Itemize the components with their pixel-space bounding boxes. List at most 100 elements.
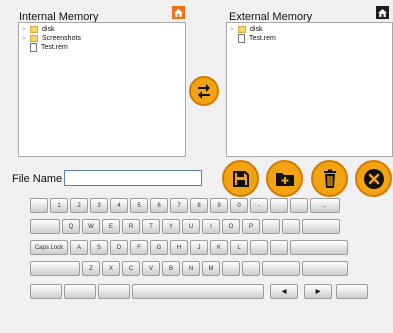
tree-item-screenshots[interactable]: > Screenshots	[22, 34, 185, 43]
close-button[interactable]	[355, 160, 392, 197]
key-0[interactable]: 0	[230, 198, 248, 213]
key-label: R	[128, 223, 134, 230]
file-name-input[interactable]	[64, 170, 202, 186]
key-o[interactable]: O	[222, 219, 240, 234]
key-3[interactable]: 3	[90, 198, 108, 213]
key-w[interactable]: W	[82, 219, 100, 234]
key-s[interactable]: S	[90, 240, 108, 255]
tree-item-label: disk	[42, 26, 55, 33]
trash-icon	[323, 169, 336, 188]
key-blank[interactable]	[242, 261, 260, 276]
file-name-label: File Name :	[12, 173, 69, 185]
key-label: 2	[77, 202, 81, 209]
key-n[interactable]: N	[182, 261, 200, 276]
key-7[interactable]: 7	[170, 198, 188, 213]
key-p[interactable]: P	[242, 219, 260, 234]
key-label: W	[88, 223, 94, 230]
left-arrow-key[interactable]: ◀	[270, 284, 298, 299]
floppy-disk-icon	[232, 170, 249, 187]
external-file-tree[interactable]: > disk Test.rem	[226, 22, 393, 157]
key-x[interactable]: X	[102, 261, 120, 276]
key-blank[interactable]	[262, 219, 280, 234]
internal-home-button[interactable]	[172, 6, 185, 19]
right-arrow-key[interactable]: ▶	[304, 284, 332, 299]
key-i[interactable]: I	[202, 219, 220, 234]
key-v[interactable]: V	[142, 261, 160, 276]
key-blank[interactable]	[302, 219, 340, 234]
save-button[interactable]	[222, 160, 259, 197]
key-blank[interactable]	[30, 198, 48, 213]
folder-icon	[30, 35, 38, 42]
key-blank[interactable]	[270, 198, 288, 213]
key-blank[interactable]	[64, 284, 96, 299]
key-f[interactable]: F	[130, 240, 148, 255]
key-label: C	[128, 265, 134, 272]
key-t[interactable]: T	[142, 219, 160, 234]
key-blank[interactable]	[290, 240, 348, 255]
new-folder-button[interactable]	[266, 160, 303, 197]
key-blank[interactable]	[262, 261, 300, 276]
space-key[interactable]	[132, 284, 264, 299]
tree-item-test-rem[interactable]: Test.rem	[230, 34, 392, 43]
key-4[interactable]: 4	[110, 198, 128, 213]
key-d[interactable]: D	[110, 240, 128, 255]
key-l[interactable]: L	[230, 240, 248, 255]
key-blank[interactable]	[270, 240, 288, 255]
caps-lock-key[interactable]: Caps Lock	[30, 240, 68, 255]
key-h[interactable]: H	[170, 240, 188, 255]
delete-button[interactable]	[311, 160, 348, 197]
key-1[interactable]: 1	[50, 198, 68, 213]
transfer-button[interactable]	[189, 76, 219, 106]
key-m[interactable]: M	[202, 261, 220, 276]
key-blank[interactable]	[98, 284, 130, 299]
folder-icon	[238, 26, 246, 33]
key-blank[interactable]	[30, 219, 60, 234]
key-blank[interactable]	[30, 284, 62, 299]
tree-item-test-rem[interactable]: Test.rem	[22, 43, 185, 52]
tree-item-label: Screenshots	[42, 35, 81, 42]
home-icon	[378, 8, 387, 17]
key-blank[interactable]	[222, 261, 240, 276]
key-blank[interactable]	[282, 219, 300, 234]
key-label: -	[258, 202, 260, 209]
key-label: M	[208, 265, 214, 272]
key-2[interactable]: 2	[70, 198, 88, 213]
key-g[interactable]: G	[150, 240, 168, 255]
key-e[interactable]: E	[102, 219, 120, 234]
key--[interactable]: _ -	[250, 198, 268, 213]
key-label: Caps Lock	[34, 244, 64, 251]
key-label: H	[176, 244, 182, 251]
key-j[interactable]: J	[190, 240, 208, 255]
on-screen-keyboard: 1 2 3 4 5 6 7 8 9 0 _ - ← Q W E R T Y U I O P Caps Lock A S D F G H J K…	[30, 198, 370, 310]
chevron-right-icon[interactable]: >	[22, 27, 30, 33]
key-b[interactable]: B	[162, 261, 180, 276]
key-blank[interactable]	[302, 261, 348, 276]
key-8[interactable]: 8	[190, 198, 208, 213]
key-r[interactable]: R	[122, 219, 140, 234]
key-blank[interactable]	[336, 284, 368, 299]
chevron-right-icon[interactable]: >	[22, 36, 30, 42]
key-z[interactable]: Z	[82, 261, 100, 276]
key-q[interactable]: Q	[62, 219, 80, 234]
key-a[interactable]: A	[70, 240, 88, 255]
tree-item-label: Test.rem	[249, 35, 276, 42]
chevron-right-icon[interactable]: >	[230, 27, 238, 33]
external-home-button[interactable]	[376, 6, 389, 19]
key-y[interactable]: Y	[162, 219, 180, 234]
key-label: I	[210, 223, 212, 230]
key-k[interactable]: K	[210, 240, 228, 255]
tree-item-disk[interactable]: > disk	[230, 25, 392, 34]
internal-file-tree[interactable]: > disk > Screenshots Test.rem	[18, 22, 186, 157]
key-5[interactable]: 5	[130, 198, 148, 213]
key-label: B	[168, 265, 173, 272]
key-blank[interactable]	[30, 261, 80, 276]
tree-item-disk[interactable]: > disk	[22, 25, 185, 34]
key-blank[interactable]	[250, 240, 268, 255]
backspace-key[interactable]: ←	[310, 198, 340, 213]
key-label: 9	[217, 202, 221, 209]
key-6[interactable]: 6	[150, 198, 168, 213]
key-blank[interactable]	[290, 198, 308, 213]
key-u[interactable]: U	[182, 219, 200, 234]
key-c[interactable]: C	[122, 261, 140, 276]
key-9[interactable]: 9	[210, 198, 228, 213]
